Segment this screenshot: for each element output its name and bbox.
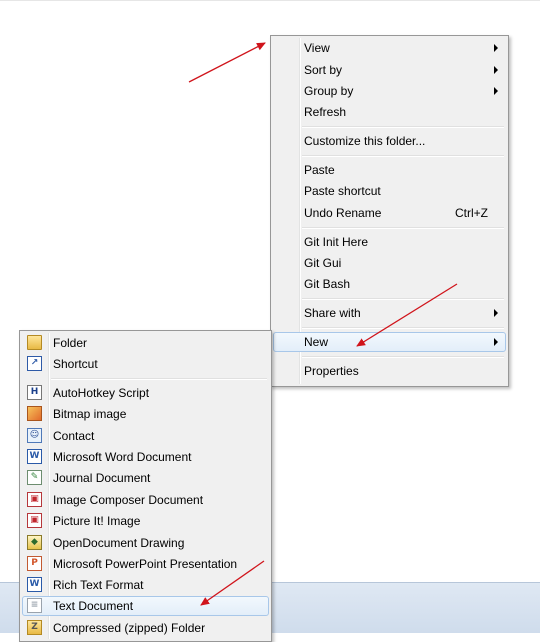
new-item-bitmap-image[interactable]: Bitmap image (22, 404, 269, 424)
new-item-word-document[interactable]: W Microsoft Word Document (22, 447, 269, 467)
menu-separator (302, 227, 504, 229)
menu-item-git-init-here[interactable]: Git Init Here (273, 232, 506, 252)
new-item-folder[interactable]: Folder (22, 333, 269, 353)
menu-item-view[interactable]: View (273, 38, 506, 58)
menu-separator (302, 356, 504, 358)
menu-item-paste[interactable]: Paste (273, 160, 506, 180)
menu-item-group-by[interactable]: Group by (273, 81, 506, 101)
menu-item-label: New (304, 335, 329, 349)
submenu-arrow-icon (494, 338, 498, 346)
autohotkey-icon: H (27, 385, 42, 400)
menu-item-new[interactable]: New (273, 332, 506, 352)
menu-item-label: Microsoft Word Document (53, 450, 192, 464)
menu-item-undo-rename[interactable]: Undo Rename Ctrl+Z (273, 203, 506, 223)
image-composer-icon: ▣ (27, 492, 42, 507)
menu-item-label: Undo Rename (304, 206, 382, 220)
menu-item-label: Picture It! Image (53, 514, 141, 528)
word-document-icon: W (27, 449, 42, 464)
menu-item-customize-folder[interactable]: Customize this folder... (273, 131, 506, 151)
menu-item-label: Group by (304, 84, 354, 98)
new-item-text-document[interactable]: ≡ Text Document (22, 596, 269, 616)
new-item-rich-text-format[interactable]: W Rich Text Format (22, 575, 269, 595)
folder-icon (27, 335, 42, 350)
opendocument-drawing-icon: ◆ (27, 535, 42, 550)
menu-item-git-gui[interactable]: Git Gui (273, 253, 506, 273)
menu-item-label: OpenDocument Drawing (53, 536, 185, 550)
menu-item-refresh[interactable]: Refresh (273, 102, 506, 122)
menu-item-git-bash[interactable]: Git Bash (273, 274, 506, 294)
menu-item-label: Properties (304, 364, 359, 378)
menu-item-sort-by[interactable]: Sort by (273, 60, 506, 80)
zip-folder-icon: Z (27, 620, 42, 635)
context-menu: View Sort by Group by Refresh Customize … (270, 35, 509, 387)
menu-item-label: Shortcut (53, 357, 98, 371)
new-item-image-composer-document[interactable]: ▣ Image Composer Document (22, 490, 269, 510)
menu-item-label: Image Composer Document (53, 493, 204, 507)
submenu-arrow-icon (494, 87, 498, 95)
menu-item-label: Compressed (zipped) Folder (53, 621, 206, 635)
menu-separator (302, 327, 504, 329)
menu-item-label: Microsoft PowerPoint Presentation (53, 557, 238, 571)
menu-item-label: Git Gui (304, 256, 342, 270)
menu-separator (302, 126, 504, 128)
journal-document-icon: ✎ (27, 470, 42, 485)
menu-item-share-with[interactable]: Share with (273, 303, 506, 323)
menu-item-label: Git Init Here (304, 235, 369, 249)
menu-item-label: Paste shortcut (304, 184, 381, 198)
menu-item-label: Customize this folder... (304, 134, 426, 148)
rich-text-icon: W (27, 577, 42, 592)
submenu-arrow-icon (494, 309, 498, 317)
new-item-picture-it-image[interactable]: ▣ Picture It! Image (22, 511, 269, 531)
new-item-journal-document[interactable]: ✎ Journal Document (22, 468, 269, 488)
new-submenu: Folder ↗ Shortcut H AutoHotkey Script Bi… (19, 330, 272, 642)
menu-item-label: Paste (304, 163, 335, 177)
bitmap-image-icon (27, 406, 42, 421)
menu-item-label: Bitmap image (53, 407, 127, 421)
menu-item-label: Journal Document (53, 471, 151, 485)
text-document-icon: ≡ (27, 598, 42, 613)
submenu-arrow-icon (494, 66, 498, 74)
menu-item-properties[interactable]: Properties (273, 361, 506, 381)
menu-item-label: Share with (304, 306, 361, 320)
contact-icon: ☺ (27, 428, 42, 443)
menu-item-label: Sort by (304, 63, 343, 77)
menu-separator (302, 155, 504, 157)
menu-item-label: Git Bash (304, 277, 351, 291)
menu-item-label: View (304, 41, 330, 55)
menu-separator (51, 378, 267, 380)
new-item-opendocument-drawing[interactable]: ◆ OpenDocument Drawing (22, 533, 269, 553)
menu-item-label: AutoHotkey Script (53, 386, 150, 400)
shortcut-icon: ↗ (27, 356, 42, 371)
menu-item-paste-shortcut[interactable]: Paste shortcut (273, 181, 506, 201)
menu-item-label: Refresh (304, 105, 347, 119)
new-item-shortcut[interactable]: ↗ Shortcut (22, 354, 269, 374)
new-item-powerpoint-presentation[interactable]: P Microsoft PowerPoint Presentation (22, 554, 269, 574)
menu-item-label: Folder (53, 336, 88, 350)
menu-item-label: Rich Text Format (53, 578, 144, 592)
picture-it-icon: ▣ (27, 513, 42, 528)
new-item-compressed-folder[interactable]: Z Compressed (zipped) Folder (22, 618, 269, 638)
new-item-contact[interactable]: ☺ Contact (22, 426, 269, 446)
menu-item-label: Contact (53, 429, 95, 443)
submenu-arrow-icon (494, 44, 498, 52)
top-border (0, 0, 540, 1)
menu-separator (302, 298, 504, 300)
menu-item-label: Text Document (53, 599, 134, 613)
shortcut-label: Ctrl+Z (455, 206, 488, 220)
powerpoint-icon: P (27, 556, 42, 571)
new-item-autohotkey-script[interactable]: H AutoHotkey Script (22, 383, 269, 403)
